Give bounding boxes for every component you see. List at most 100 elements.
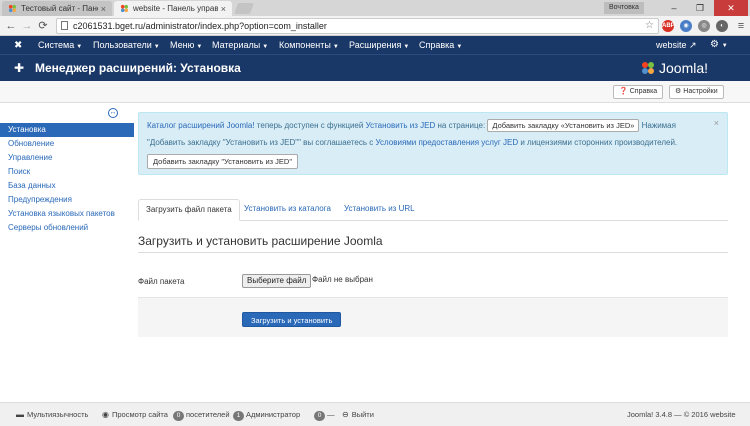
admin-top-menu: ✖ Система ▼ Пользователи ▼ Меню ▼ Материалы… (0, 36, 750, 54)
options-button[interactable]: ⚙ Настройки (669, 85, 724, 99)
close-message-icon[interactable]: × (714, 118, 719, 128)
browser-tab-test-site[interactable]: Тестовый сайт - Панель × (2, 1, 112, 16)
admins-count-badge: 1 (233, 411, 244, 421)
package-file-label: Файл пакета (138, 277, 185, 286)
window-close-button[interactable]: ✕ (714, 0, 748, 16)
jed-catalog-link[interactable]: Каталог расширений Joomla! (147, 121, 255, 130)
tab-install-from-url[interactable]: Установить из URL (337, 199, 422, 221)
new-tab-button[interactable] (233, 3, 255, 14)
adblock-extension-icon[interactable]: ABP (662, 20, 675, 32)
browser-tab-label: website - Панель управ (133, 4, 218, 13)
upload-and-install-button[interactable]: Загрузить и установить (242, 312, 342, 327)
sidebar-item-update-sites[interactable]: Серверы обновлений (0, 221, 134, 235)
browser-tab-label: Тестовый сайт - Панель (21, 4, 98, 13)
sidebar-item-languages[interactable]: Установка языковых пакетов (0, 207, 134, 221)
extension-icon[interactable]: ◎ (698, 20, 710, 32)
site-link[interactable]: website ↗ (656, 36, 697, 54)
sidebar-item-warnings[interactable]: Предупреждения (0, 193, 134, 207)
minimize-button[interactable]: – (662, 0, 686, 16)
jed-info-message: Каталог расширений Joomla! теперь доступ… (138, 112, 728, 175)
menu-extensions[interactable]: Расширения ▼ (349, 36, 409, 54)
sidebar-item-database[interactable]: База данных (0, 179, 134, 193)
tab-upload-package[interactable]: Загрузить файл пакета (138, 199, 240, 221)
gear-icon: ⚙ (675, 88, 682, 95)
visitors-status[interactable]: 0 посетителей (173, 410, 230, 421)
view-site-link[interactable]: ◉ Просмотр сайта (102, 410, 168, 420)
address-bar: ← → ⟳ c2061531.bget.ru/administrator/ind… (0, 16, 750, 36)
eye-icon: ◉ (102, 410, 109, 419)
page-info-icon[interactable] (61, 21, 68, 30)
help-button[interactable]: ❓ Справка (613, 85, 664, 99)
browser-menu-icon[interactable]: ≡ (734, 18, 748, 34)
external-link-icon: ↗ (689, 40, 697, 50)
extension-icon[interactable]: ◐ (716, 20, 728, 32)
add-jed-tab-button[interactable]: Добавить закладку «Установить из JED» (487, 119, 640, 133)
section-title: Загрузить и установить расширение Joomla (138, 234, 383, 248)
sidebar-item-update[interactable]: Обновление (0, 137, 134, 151)
puzzle-icon: ✚ (14, 61, 25, 75)
caret-down-icon: ▼ (456, 44, 463, 50)
sidebar-item-install[interactable]: Установка (0, 123, 134, 137)
joomla-brand: Joomla! (640, 59, 708, 77)
url-input[interactable]: c2061531.bget.ru/administrator/index.php… (56, 18, 659, 34)
sidebar-item-manage[interactable]: Управление (0, 151, 134, 165)
version-text: Joomla! 3.4.8 — © 2016 website (627, 410, 736, 419)
file-status-text: Файл не выбран (312, 275, 373, 284)
caret-down-icon: ▼ (76, 44, 83, 50)
menu-content[interactable]: Материалы ▼ (212, 36, 268, 54)
choose-file-button[interactable]: Выберите файл (242, 274, 312, 288)
caret-down-icon: ▼ (153, 44, 160, 50)
messages-status[interactable]: 0— (314, 410, 335, 421)
logout-link[interactable]: ⊖ Выйти (342, 410, 374, 420)
question-icon: ❓ (619, 88, 628, 95)
url-text: c2061531.bget.ru/administrator/index.php… (73, 21, 327, 31)
user-menu-gear-icon[interactable]: ⚙ ▼ (710, 36, 728, 54)
jed-terms-link[interactable]: Условиями предоставления услуг JED (375, 138, 518, 147)
caret-down-icon: ▼ (403, 44, 410, 50)
monitor-icon: ▬ (16, 410, 24, 419)
status-bar: ▬ Мультиязычность ◉ Просмотр сайта 0 посети… (0, 402, 750, 426)
menu-users[interactable]: Пользователи ▼ (93, 36, 160, 54)
joomla-favicon-icon (120, 4, 129, 13)
back-arrow-icon[interactable]: ← (4, 18, 18, 34)
sidebar-item-discover[interactable]: Поиск (0, 165, 134, 179)
browser-tab-website[interactable]: website - Панель управ × (114, 1, 232, 16)
close-tab-icon[interactable]: × (221, 4, 226, 14)
form-actions: Загрузить и установить (138, 297, 728, 337)
bookmark-star-icon[interactable]: ☆ (645, 19, 654, 33)
browser-tab-bar: Тестовый сайт - Панель × website - Панел… (0, 0, 750, 16)
messages-count-badge: 0 (314, 411, 325, 421)
menu-menus[interactable]: Меню ▼ (170, 36, 202, 54)
browser-profile[interactable]: Вочтовка (604, 2, 644, 14)
admins-status[interactable]: 1 Администратор (233, 410, 300, 421)
joomla-logo-icon[interactable]: ✖ (14, 40, 25, 51)
caret-down-icon: ▼ (721, 43, 728, 49)
joomla-brand-text: Joomla! (659, 60, 709, 76)
sidebar-list: Установка Обновление Управление Поиск Ба… (0, 123, 134, 235)
page-title: Менеджер расширений: Установка (35, 61, 241, 75)
maximize-button[interactable]: ❐ (688, 0, 712, 16)
multilanguage-status[interactable]: ▬ Мультиязычность (16, 410, 88, 420)
message-line-2: "Добавить закладку "Установить из JED"" … (147, 138, 678, 147)
reload-icon[interactable]: ⟳ (36, 18, 50, 34)
sidebar-toggle-icon[interactable]: ↔ (108, 108, 118, 118)
caret-down-icon: ▼ (262, 44, 269, 50)
visitors-count-badge: 0 (173, 411, 184, 421)
forward-arrow-icon[interactable]: → (20, 18, 34, 34)
install-from-jed-link[interactable]: Установить из JED (366, 121, 436, 130)
menu-system[interactable]: Система ▼ (38, 36, 82, 54)
minus-circle-icon: ⊖ (342, 410, 349, 419)
extension-icon[interactable]: ◉ (680, 20, 692, 32)
toolbar: ❓ Справка ⚙ Настройки (0, 81, 750, 103)
message-line-1: Каталог расширений Joomla! теперь доступ… (147, 119, 676, 133)
section-divider (138, 252, 728, 253)
page-header: ✚ Менеджер расширений: Установка Joomla! (0, 54, 750, 81)
install-tabs: Загрузить файл пакета Установить из ката… (138, 199, 728, 221)
close-tab-icon[interactable]: × (101, 4, 106, 14)
menu-help[interactable]: Справка ▼ (419, 36, 462, 54)
add-jed-tab-button-2[interactable]: Добавить закладку "Установить из JED" (147, 154, 298, 169)
caret-down-icon: ▼ (196, 44, 203, 50)
tab-install-from-catalog[interactable]: Установить из каталога (237, 199, 338, 221)
menu-components[interactable]: Компоненты ▼ (279, 36, 339, 54)
joomla-brand-icon (640, 60, 656, 76)
